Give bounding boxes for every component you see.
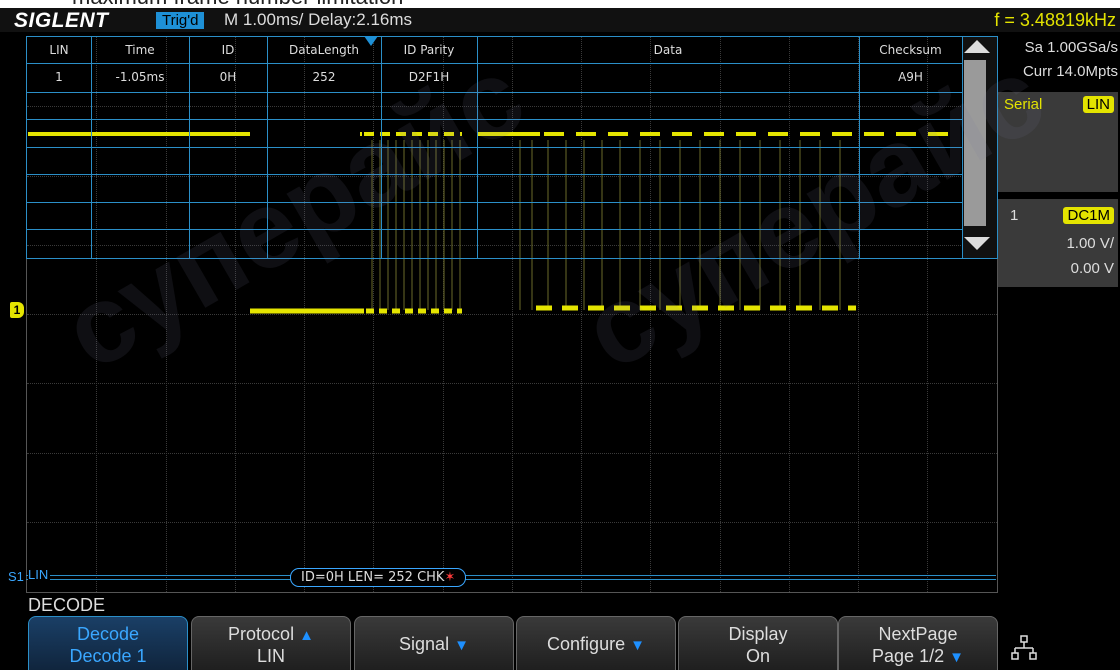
softkey-label: Configure ▼: [547, 634, 645, 654]
network-icon: [1011, 635, 1037, 660]
coupling-badge: DC1M: [1063, 207, 1114, 224]
protocol-softkey[interactable]: Protocol ▲ LIN: [191, 616, 351, 670]
cell-datalength[interactable]: 252: [267, 64, 381, 90]
nextpage-softkey[interactable]: NextPage Page 1/2 ▼: [838, 616, 998, 670]
sample-rate-readout: Sa 1.00GSa/s: [1024, 39, 1118, 56]
volts-per-div: 1.00 V/: [1066, 235, 1114, 252]
horizontal-position-marker: [364, 36, 378, 46]
serial-protocol-badge: LIN: [1082, 96, 1114, 113]
display-softkey[interactable]: Display On: [678, 616, 838, 670]
memory-depth-readout: Curr 14.0Mpts: [1022, 63, 1118, 80]
channel-number: 1: [1010, 207, 1019, 224]
arrow-up-icon: ▲: [299, 627, 314, 644]
serial-decode-panel[interactable]: Serial LIN: [998, 92, 1118, 192]
channel1-trace: [250, 305, 856, 314]
cell-id-parity[interactable]: D2F1H: [381, 64, 477, 90]
bus-frame-label[interactable]: ID=0H LEN= 252 CHK✶: [290, 568, 467, 587]
softkey-label: NextPage: [878, 624, 958, 644]
cell-checksum[interactable]: A9H: [859, 64, 962, 90]
column-header-lin: LIN: [49, 43, 69, 57]
signal-softkey[interactable]: Signal ▼: [354, 616, 514, 670]
triangle-up-icon[interactable]: [964, 40, 990, 53]
column-header-time: Time: [125, 43, 155, 57]
checksum-error-mark-icon: ✶: [444, 570, 456, 585]
cell-time[interactable]: -1.05ms: [91, 64, 189, 90]
arrow-down-icon: ▼: [454, 637, 469, 654]
softkey-label: Decode: [76, 624, 140, 644]
channel-offset: 0.00 V: [1070, 260, 1114, 277]
triangle-down-icon[interactable]: [964, 237, 990, 250]
softkey-label: Display: [728, 624, 788, 644]
frequency-readout: f = 3.48819kHz: [994, 10, 1116, 30]
arrow-down-icon: ▼: [630, 637, 645, 654]
column-header-id: ID: [221, 43, 235, 57]
softkey-value: Page 1/2 ▼: [872, 646, 964, 666]
channel1-panel[interactable]: 1 DC1M 1.00 V/ 0.00 V: [998, 199, 1118, 287]
bus-source-label: S1: [8, 569, 24, 584]
bus-frame-text: ID=0H LEN= 252 CHK: [301, 570, 445, 585]
softkey-value: Decode 1: [69, 646, 147, 666]
column-header-checksum: Checksum: [879, 43, 942, 57]
cell-lin[interactable]: 1: [27, 64, 91, 90]
menu-title: DECODE: [28, 595, 106, 615]
scrollbar-thumb[interactable]: [964, 60, 986, 226]
arrow-down-icon: ▼: [949, 649, 964, 666]
decode-table: LIN Time ID DataLength ID Parity Data Ch…: [26, 36, 963, 259]
column-header-data: Data: [653, 43, 683, 57]
decode-softkey[interactable]: Decode Decode 1: [28, 616, 188, 670]
serial-label: Serial: [1004, 96, 1043, 113]
cell-id[interactable]: 0H: [189, 64, 267, 90]
channel1-level-marker[interactable]: 1: [10, 302, 24, 318]
bus-name: LIN: [28, 566, 51, 584]
softkey-label: Protocol ▲: [228, 624, 314, 644]
softkey-value: On: [745, 646, 770, 666]
softkey-value: LIN: [256, 646, 285, 666]
softkey-label: Signal ▼: [399, 634, 469, 654]
configure-softkey[interactable]: Configure ▼: [516, 616, 676, 670]
bus-line: [26, 575, 996, 580]
column-header-id-parity: ID Parity: [403, 43, 455, 57]
